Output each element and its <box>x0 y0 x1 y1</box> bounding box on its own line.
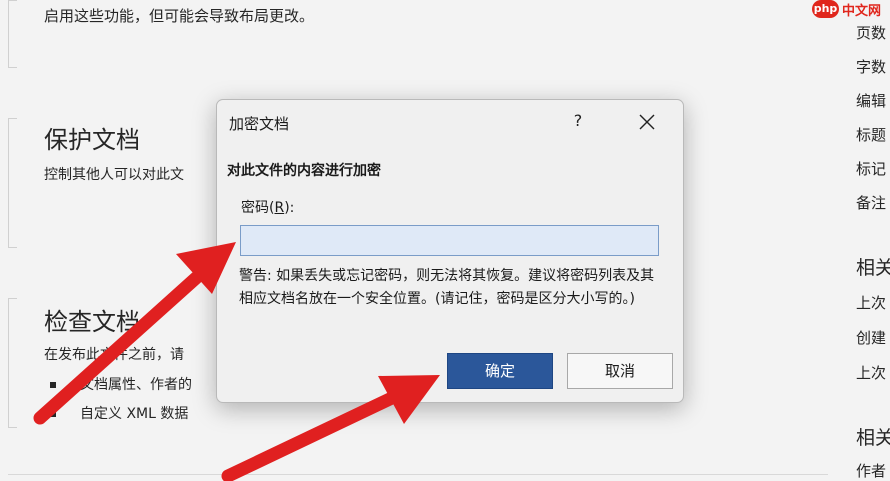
list-item: 自定义 XML 数据 <box>50 403 188 423</box>
ok-button[interactable]: 确定 <box>447 353 553 389</box>
site-watermark: php 中文网 <box>812 0 890 20</box>
page-edge-2 <box>8 118 17 248</box>
dialog-heading: 对此文件的内容进行加密 <box>227 163 381 179</box>
date-label: 上次 <box>856 294 887 312</box>
bullet-icon <box>50 411 56 417</box>
inspect-document-description: 在发布此文件之前，请 <box>44 347 184 363</box>
password-label: 密码(R): <box>241 200 295 216</box>
property-label: 标题 <box>856 126 887 144</box>
property-label: 字数 <box>856 58 887 76</box>
property-label[interactable]: 标记 <box>856 158 886 179</box>
divider <box>8 474 828 475</box>
watermark-text: 中文网 <box>842 4 882 19</box>
password-input[interactable] <box>240 225 659 256</box>
property-label: 编辑 <box>856 92 887 110</box>
list-item-text: 自定义 XML 数据 <box>80 406 189 422</box>
help-button[interactable]: ? <box>565 108 591 134</box>
bullet-icon <box>50 382 56 388</box>
cancel-button[interactable]: 取消 <box>567 353 673 389</box>
encrypt-document-dialog: 加密文档 ? 对此文件的内容进行加密 密码(R): 警告: 如果丢失或忘记密码，… <box>216 99 684 403</box>
date-label: 创建 <box>856 329 887 347</box>
info-description: 启用这些功能，但可能会导致布局更改。 <box>44 7 315 25</box>
protect-document-description: 控制其他人可以对此文 <box>44 167 184 183</box>
close-button[interactable] <box>633 108 661 136</box>
watermark-logo: php <box>812 0 839 18</box>
properties-column: 页数 字数 编辑 标题 标记 备注 相关 上次 创建 上次 相关 作者 <box>856 0 890 481</box>
list-item-text: 文档属性、作者的 <box>80 377 192 393</box>
page-edge-3 <box>8 298 17 428</box>
related-dates-heading: 相关 <box>856 257 890 279</box>
author-label: 作者 <box>856 462 887 480</box>
password-warning: 警告: 如果丢失或忘记密码，则无法将其恢复。建议将密码列表及其相应文档名放在一个… <box>239 268 655 307</box>
page-edge-1 <box>8 0 17 68</box>
property-label: 页数 <box>856 24 887 42</box>
related-people-heading: 相关 <box>856 427 890 449</box>
inspect-document-heading[interactable]: 检查文档 <box>44 302 140 337</box>
list-item: 文档属性、作者的 <box>50 374 192 394</box>
close-icon <box>639 114 655 130</box>
dialog-title: 加密文档 <box>229 115 290 133</box>
date-label: 上次 <box>856 364 887 382</box>
protect-document-heading[interactable]: 保护文档 <box>44 120 140 155</box>
property-label[interactable]: 备注 <box>856 192 886 213</box>
